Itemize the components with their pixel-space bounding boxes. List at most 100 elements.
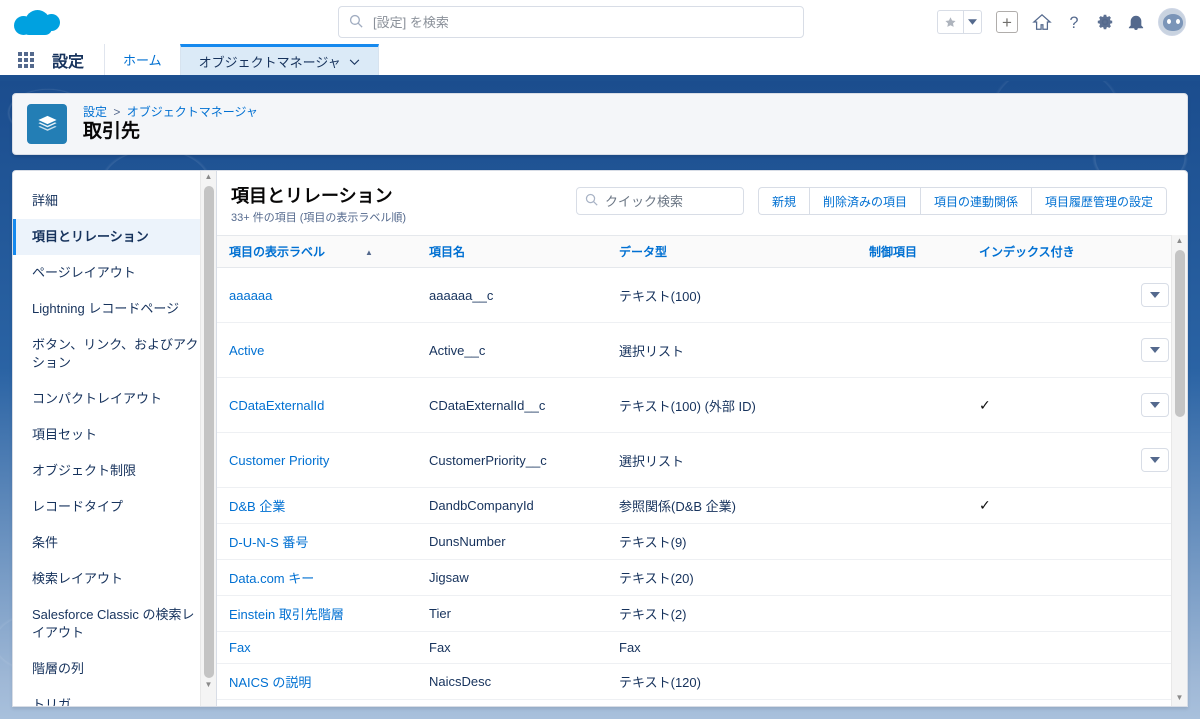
column-header-field-label[interactable]: 項目の表示ラベル▲ <box>217 236 417 268</box>
notifications-button[interactable] <box>1128 13 1144 31</box>
sidebar-item-triggers[interactable]: トリガ <box>13 687 216 707</box>
sidebar-item-page-layouts[interactable]: ページレイアウト <box>13 255 216 291</box>
scroll-up-arrow-icon[interactable]: ▲ <box>1176 235 1184 249</box>
sidebar-item-hierarchy-columns[interactable]: 階層の列 <box>13 651 216 687</box>
cell-indexed <box>967 596 1107 632</box>
table-row[interactable]: D-U-N-S 番号DunsNumberテキスト(9) <box>217 524 1177 560</box>
sidebar-item-record-types[interactable]: レコードタイプ <box>13 489 216 525</box>
field-label-link[interactable]: NAICS の説明 <box>229 675 311 690</box>
cell-field-label[interactable]: Active <box>217 323 417 378</box>
row-actions-dropdown[interactable] <box>1141 393 1169 417</box>
salesforce-cloud-logo[interactable] <box>0 9 74 35</box>
sidebar-scrollbar-thumb[interactable] <box>204 186 214 678</box>
scroll-down-arrow-icon[interactable]: ▼ <box>205 679 213 693</box>
sidebar-item-search-layouts[interactable]: 検索レイアウト <box>13 561 216 597</box>
table-row[interactable]: aaaaaaaaaaaa__cテキスト(100) <box>217 268 1177 323</box>
cell-controlling-field <box>857 378 967 433</box>
field-label-link[interactable]: Customer Priority <box>229 453 329 468</box>
global-add-button[interactable]: + <box>996 11 1018 33</box>
cell-data-type: テキスト(8) <box>607 700 857 707</box>
field-label-link[interactable]: D&B 企業 <box>229 499 285 514</box>
cell-field-label[interactable]: NAICS コード <box>217 700 417 707</box>
cell-field-label[interactable]: aaaaaa <box>217 268 417 323</box>
field-label-link[interactable]: aaaaaa <box>229 288 272 303</box>
breadcrumb-setup[interactable]: 設定 <box>83 105 107 119</box>
record-title-block: 設定 > オブジェクトマネージャ 取引先 <box>83 104 258 144</box>
sidebar-item-criteria[interactable]: 条件 <box>13 525 216 561</box>
field-label-link[interactable]: Data.com キー <box>229 571 314 586</box>
sidebar-item-buttons-links-actions[interactable]: ボタン、リンク、およびアクション <box>13 327 216 381</box>
scroll-down-arrow-icon[interactable]: ▼ <box>1176 692 1184 706</box>
new-field-button[interactable]: 新規 <box>758 187 809 215</box>
cell-field-label[interactable]: Fax <box>217 632 417 664</box>
favorites-group[interactable] <box>937 10 982 34</box>
column-header-data-type[interactable]: データ型 <box>607 236 857 268</box>
table-row[interactable]: ActiveActive__c選択リスト <box>217 323 1177 378</box>
setup-home-button[interactable] <box>1032 13 1052 31</box>
table-row[interactable]: Einstein 取引先階層Tierテキスト(2) <box>217 596 1177 632</box>
cell-field-label[interactable]: NAICS の説明 <box>217 664 417 700</box>
sidebar-item-details[interactable]: 詳細 <box>13 183 216 219</box>
table-row[interactable]: NAICS の説明NaicsDescテキスト(120) <box>217 664 1177 700</box>
field-label-link[interactable]: Active <box>229 343 264 358</box>
cloud-logo-icon <box>14 9 60 35</box>
field-label-link[interactable]: D-U-N-S 番号 <box>229 535 308 550</box>
table-row[interactable]: FaxFaxFax <box>217 632 1177 664</box>
panel-title: 項目とリレーション <box>231 185 406 207</box>
sidebar-item-classic-search-layouts[interactable]: Salesforce Classic の検索レイアウト <box>13 597 216 651</box>
field-label-link[interactable]: Einstein 取引先階層 <box>229 607 344 622</box>
sidebar-item-object-limits[interactable]: オブジェクト制限 <box>13 453 216 489</box>
global-search-box[interactable] <box>338 6 804 38</box>
chevron-down-icon[interactable] <box>349 54 360 69</box>
quick-search-box[interactable] <box>576 187 744 215</box>
cell-field-label[interactable]: D-U-N-S 番号 <box>217 524 417 560</box>
scroll-up-arrow-icon[interactable]: ▲ <box>205 171 213 185</box>
tab-home[interactable]: ホーム <box>104 44 180 75</box>
row-actions-dropdown[interactable] <box>1141 448 1169 472</box>
cell-controlling-field <box>857 433 967 488</box>
cell-field-label[interactable]: Data.com キー <box>217 560 417 596</box>
favorites-dropdown-icon[interactable] <box>963 10 982 34</box>
table-row[interactable]: Customer PriorityCustomerPriority__c選択リス… <box>217 433 1177 488</box>
tab-home-label: ホーム <box>123 50 162 69</box>
sidebar-item-compact-layouts[interactable]: コンパクトレイアウト <box>13 381 216 417</box>
cell-controlling-field <box>857 560 967 596</box>
column-header-indexed[interactable]: インデックス付き <box>967 236 1107 268</box>
breadcrumb-object-manager[interactable]: オブジェクトマネージャ <box>127 105 258 119</box>
table-row[interactable]: Data.com キーJigsawテキスト(20) <box>217 560 1177 596</box>
sidebar-scrollbar[interactable]: ▲ ▼ <box>200 171 216 706</box>
cell-field-label[interactable]: D&B 企業 <box>217 488 417 524</box>
field-dependencies-button[interactable]: 項目の連動関係 <box>920 187 1031 215</box>
set-history-tracking-button[interactable]: 項目履歴管理の設定 <box>1031 187 1167 215</box>
app-launcher-waffle-icon[interactable] <box>0 44 52 75</box>
column-header-controlling[interactable]: 制御項目 <box>857 236 967 268</box>
table-row[interactable]: D&B 企業DandbCompanyId参照関係(D&B 企業)✓ <box>217 488 1177 524</box>
sidebar-item-label: Salesforce Classic の検索レイアウト <box>32 607 195 640</box>
global-header: + ? <box>0 0 1200 44</box>
sidebar-item-fields-and-relationships[interactable]: 項目とリレーション <box>13 219 216 255</box>
cell-field-label[interactable]: Customer Priority <box>217 433 417 488</box>
deleted-fields-button[interactable]: 削除済みの項目 <box>809 187 920 215</box>
global-search-input[interactable] <box>373 15 793 30</box>
favorites-star-icon[interactable] <box>937 10 963 34</box>
row-actions-dropdown[interactable] <box>1141 283 1169 307</box>
cell-field-label[interactable]: CDataExternalId <box>217 378 417 433</box>
user-avatar[interactable] <box>1158 8 1186 36</box>
field-label-link[interactable]: CDataExternalId <box>229 398 324 413</box>
table-scrollbar-thumb[interactable] <box>1175 250 1185 417</box>
sidebar-item-label: Lightning レコードページ <box>32 301 179 316</box>
cell-field-label[interactable]: Einstein 取引先階層 <box>217 596 417 632</box>
column-header-field-name[interactable]: 項目名 <box>417 236 607 268</box>
sidebar-item-label: コンパクトレイアウト <box>32 391 162 406</box>
sidebar-item-field-sets[interactable]: 項目セット <box>13 417 216 453</box>
quick-search-input[interactable] <box>605 194 735 209</box>
tab-object-manager[interactable]: オブジェクトマネージャ <box>180 44 379 75</box>
field-label-link[interactable]: Fax <box>229 640 251 655</box>
table-row[interactable]: NAICS コードNaicsCodeテキスト(8) <box>217 700 1177 707</box>
table-row[interactable]: CDataExternalIdCDataExternalId__cテキスト(10… <box>217 378 1177 433</box>
setup-gear-button[interactable] <box>1096 13 1114 31</box>
help-button[interactable]: ? <box>1066 13 1082 32</box>
table-scrollbar[interactable]: ▲ ▼ <box>1171 235 1187 706</box>
sidebar-item-lightning-record-pages[interactable]: Lightning レコードページ <box>13 291 216 327</box>
row-actions-dropdown[interactable] <box>1141 338 1169 362</box>
